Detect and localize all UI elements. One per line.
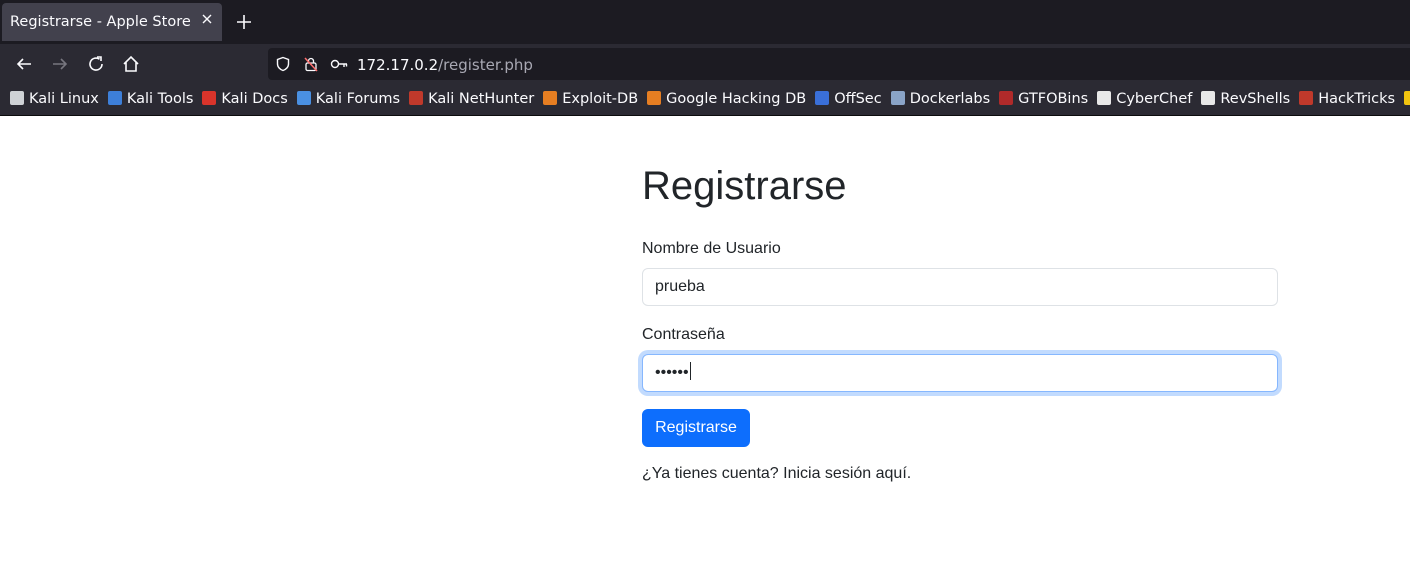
url-host: 172.17.0.2 xyxy=(357,56,439,74)
bookmarks-toolbar: Kali Linux Kali Tools Kali Docs Kali Forums… xyxy=(0,84,1410,116)
bookmark-offsec[interactable]: OffSec xyxy=(815,91,882,107)
offsec-icon xyxy=(815,91,830,105)
cac-icon xyxy=(1404,91,1410,105)
username-label: Nombre de Usuario xyxy=(642,240,781,257)
bookmark-kali-tools[interactable]: Kali Tools xyxy=(107,91,194,107)
hacktricks-icon xyxy=(1299,91,1314,105)
dockerlabs-icon xyxy=(890,91,905,105)
text-caret xyxy=(689,362,691,380)
password-label: Contraseña xyxy=(642,326,725,343)
url-text[interactable]: 172.17.0.2/register.php xyxy=(357,56,533,74)
page-content: Registrarse Nombre de Usuario prueba Con… xyxy=(0,116,1410,569)
active-tab[interactable]: Registrarse - Apple Store xyxy=(2,3,222,41)
close-tab-icon[interactable] xyxy=(200,12,214,26)
key-icon[interactable] xyxy=(330,56,348,72)
username-input[interactable]: prueba xyxy=(642,268,1278,306)
bookmark-dockerlabs[interactable]: Dockerlabs xyxy=(890,91,991,107)
gtfobins-icon xyxy=(999,91,1014,105)
bookmark-label: Exploit-DB xyxy=(562,91,639,107)
ghdb-icon xyxy=(647,91,662,105)
bookmark-label: HackTricks xyxy=(1318,91,1396,107)
revshells-icon xyxy=(1201,91,1216,105)
bookmark-label: GTFOBins xyxy=(1018,91,1089,107)
bookmark-kali-docs[interactable]: Kali Docs xyxy=(202,91,288,107)
bookmark-revshells[interactable]: RevShells xyxy=(1201,91,1290,107)
page-title: Registrarse xyxy=(642,164,847,208)
kali-nethunter-icon xyxy=(409,91,424,105)
username-value: prueba xyxy=(655,278,705,295)
bookmark-kali-nethunter[interactable]: Kali NetHunter xyxy=(409,91,534,107)
bookmark-label: Dockerlabs xyxy=(909,91,991,107)
bookmark-label: OffSec xyxy=(834,91,882,107)
bookmark-ghdb[interactable]: Google Hacking DB xyxy=(647,91,806,107)
bookmark-kali-dragon[interactable]: Kali Linux xyxy=(10,91,99,107)
bookmark-label: Kali Tools xyxy=(126,91,194,107)
bookmark-cyberchef[interactable]: CyberChef xyxy=(1097,91,1192,107)
bookmark-gtfobins[interactable]: GTFOBins xyxy=(999,91,1088,107)
bookmark-label: Kali NetHunter xyxy=(428,91,535,107)
bookmark-cac[interactable]: Cac xyxy=(1404,91,1410,107)
kali-dragon-icon xyxy=(10,91,24,105)
shield-icon[interactable] xyxy=(275,56,291,72)
new-tab-icon[interactable] xyxy=(234,12,254,32)
bookmark-hacktricks[interactable]: HackTricks xyxy=(1299,91,1395,107)
tab-bar: Registrarse - Apple Store xyxy=(0,0,1410,44)
bookmark-exploit-db[interactable]: Exploit-DB xyxy=(543,91,638,107)
bookmark-label: CyberChef xyxy=(1116,91,1193,107)
back-icon[interactable] xyxy=(13,53,35,75)
cyberchef-icon xyxy=(1097,91,1112,105)
tab-title: Registrarse - Apple Store xyxy=(10,14,191,30)
bookmark-label: Kali Linux xyxy=(29,91,99,107)
bookmark-label: Kali Docs xyxy=(221,91,288,107)
kali-forums-icon xyxy=(296,91,311,105)
password-value: •••••• xyxy=(655,364,689,381)
bookmark-label: Kali Forums xyxy=(315,91,401,107)
navigation-toolbar: 172.17.0.2/register.php xyxy=(0,44,1410,84)
register-button[interactable]: Registrarse xyxy=(642,409,750,447)
url-bar[interactable]: 172.17.0.2/register.php xyxy=(268,48,1410,80)
login-link-text[interactable]: ¿Ya tienes cuenta? Inicia sesión aquí. xyxy=(642,465,911,483)
kali-tools-icon xyxy=(107,91,122,105)
password-input[interactable]: •••••• xyxy=(642,354,1278,392)
insecure-lock-icon[interactable] xyxy=(303,56,319,72)
exploit-db-icon xyxy=(543,91,558,105)
forward-icon[interactable] xyxy=(49,53,71,75)
bookmark-kali-forums[interactable]: Kali Forums xyxy=(296,91,401,107)
bookmark-label: RevShells xyxy=(1220,91,1291,107)
home-icon[interactable] xyxy=(120,53,142,75)
kali-docs-icon xyxy=(202,91,217,105)
bookmark-label: Google Hacking DB xyxy=(666,91,807,107)
url-path: /register.php xyxy=(438,56,533,74)
reload-icon[interactable] xyxy=(85,53,107,75)
